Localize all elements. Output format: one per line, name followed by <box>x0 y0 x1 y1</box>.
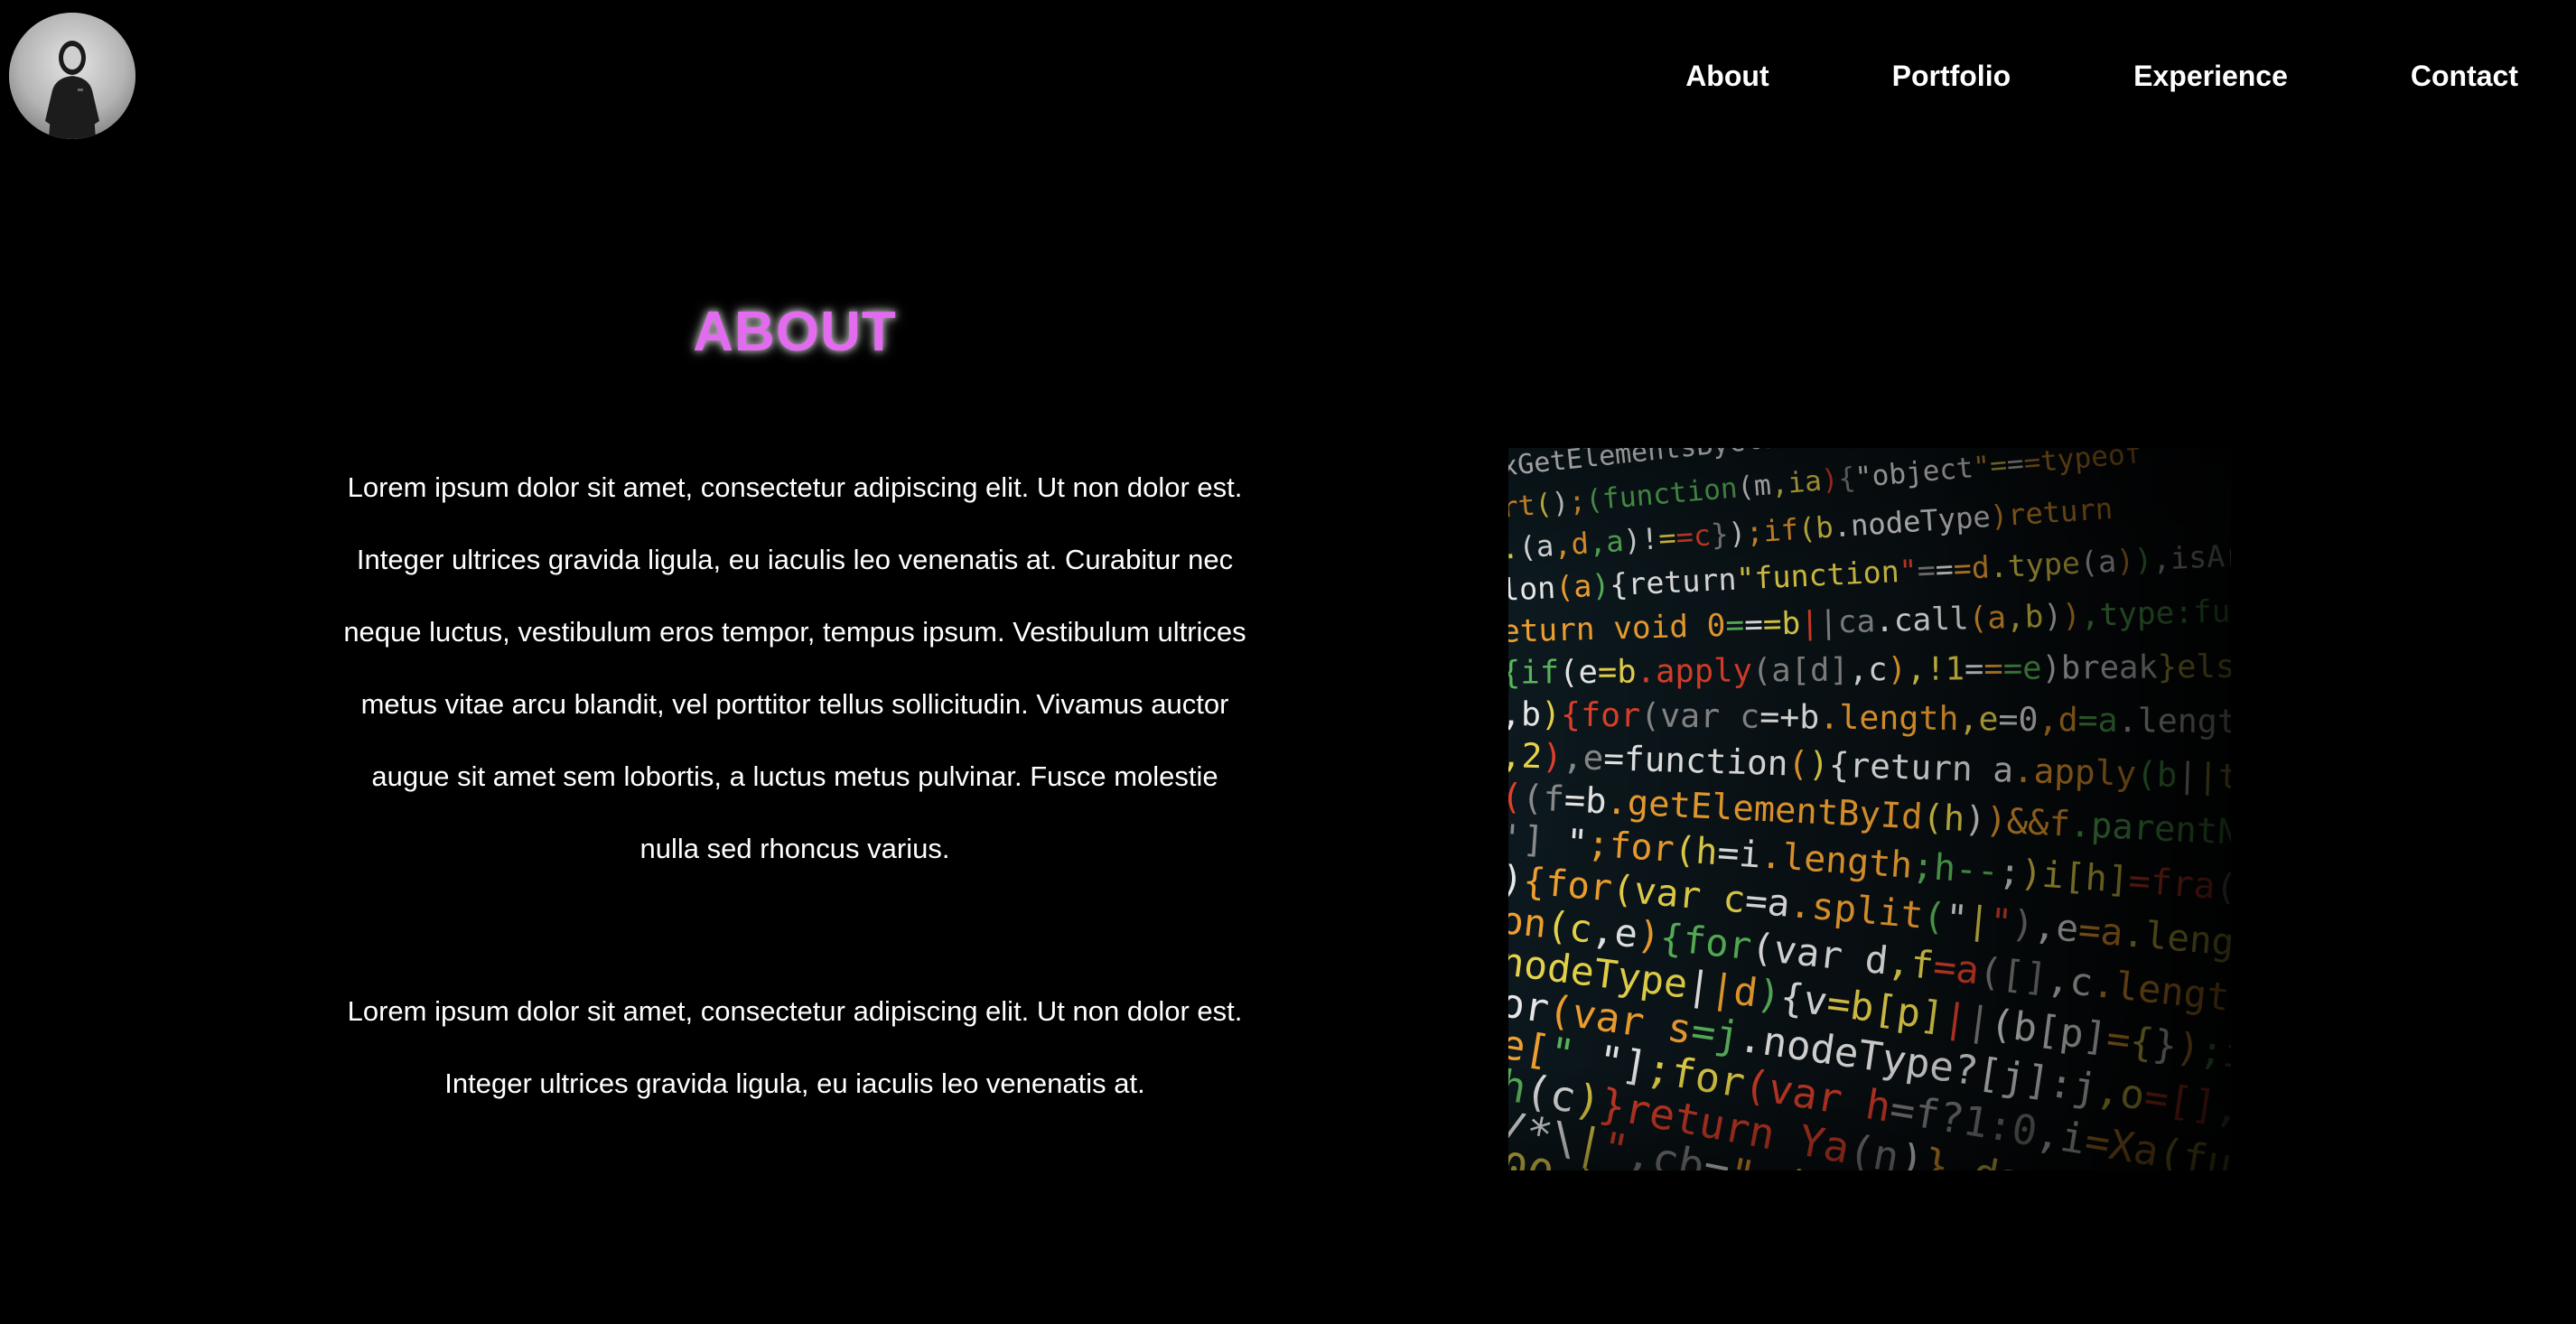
about-text: Lorem ipsum dolor sit amet, consectetur … <box>343 452 1246 1120</box>
nav-contact[interactable]: Contact <box>2411 56 2518 96</box>
code-image: xGetElementsByClassName=functionrt();(fu… <box>1508 448 2231 1170</box>
about-paragraph-1: Lorem ipsum dolor sit amet, consectetur … <box>343 471 1246 864</box>
main-nav: About Portfolio Experience Contact <box>1685 56 2518 96</box>
nav-portfolio[interactable]: Portfolio <box>1892 56 2011 96</box>
about-title: ABOUT <box>693 301 897 363</box>
about-paragraph-2: Lorem ipsum dolor sit amet, consectetur … <box>347 995 1243 1099</box>
avatar-photo <box>9 13 135 139</box>
avatar[interactable] <box>9 13 135 139</box>
page: About Portfolio Experience Contact ABOUT… <box>0 0 2576 1324</box>
nav-about[interactable]: About <box>1685 56 1769 96</box>
nav-experience[interactable]: Experience <box>2133 56 2288 96</box>
code-image-graphic: xGetElementsByClassName=functionrt();(fu… <box>1508 448 2231 1170</box>
